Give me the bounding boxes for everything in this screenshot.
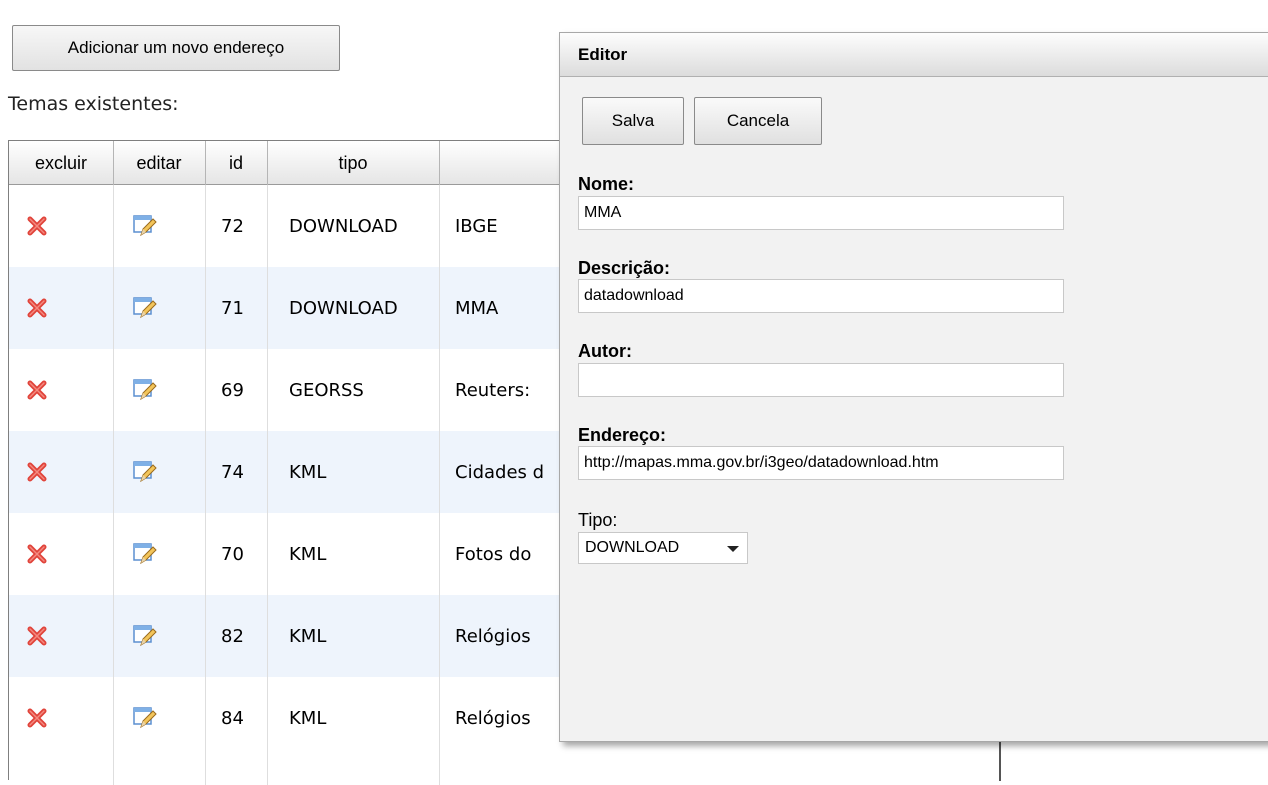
endereco-label: Endereço:: [578, 425, 667, 445]
row-tipo: DOWNLOAD: [289, 215, 398, 237]
row-id: 72: [221, 215, 244, 237]
row-id: 82: [221, 625, 244, 647]
row-nome: IBGE: [455, 215, 498, 237]
edit-pencil-icon[interactable]: [133, 460, 157, 484]
editor-dialog: Editor Salva Cancela Nome: MMA Descrição…: [559, 32, 1268, 742]
delete-x-icon[interactable]: [27, 626, 47, 646]
delete-x-icon[interactable]: [27, 216, 47, 236]
row-tipo: GEORSS: [289, 379, 364, 401]
delete-x-icon[interactable]: [27, 298, 47, 318]
descricao-label: Descrição:: [578, 258, 671, 278]
row-tipo: KML: [289, 543, 327, 565]
delete-x-icon[interactable]: [27, 380, 47, 400]
nome-input[interactable]: MMA: [578, 196, 1064, 230]
row-nome: MMA: [455, 297, 499, 319]
nome-label: Nome:: [578, 174, 635, 194]
row-nome: Cidades d: [455, 461, 545, 483]
tipo-label: Tipo:: [578, 510, 618, 530]
delete-x-icon[interactable]: [27, 708, 47, 728]
row-id: 71: [221, 297, 244, 319]
row-id: 70: [221, 543, 244, 565]
delete-x-icon[interactable]: [27, 544, 47, 564]
edit-pencil-icon[interactable]: [133, 214, 157, 238]
row-id: 69: [221, 379, 244, 401]
row-id: 74: [221, 461, 244, 483]
tipo-select[interactable]: DOWNLOAD: [578, 532, 748, 564]
row-nome: Relógios: [455, 625, 531, 647]
row-nome: Relógios: [455, 707, 531, 729]
header-editar[interactable]: editar: [113, 141, 205, 185]
chevron-down-icon: [727, 546, 739, 552]
edit-pencil-icon[interactable]: [133, 296, 157, 320]
row-nome: Fotos do: [455, 543, 532, 565]
header-id[interactable]: id: [205, 141, 267, 185]
header-excluir[interactable]: excluir: [9, 141, 113, 185]
descricao-input[interactable]: datadownload: [578, 279, 1064, 313]
row-tipo: KML: [289, 461, 327, 483]
edit-pencil-icon[interactable]: [133, 378, 157, 402]
edit-pencil-icon[interactable]: [133, 542, 157, 566]
add-address-button[interactable]: Adicionar um novo endereço: [12, 25, 340, 71]
row-tipo: DOWNLOAD: [289, 297, 398, 319]
tipo-select-value: DOWNLOAD: [585, 539, 680, 556]
endereco-input[interactable]: http://mapas.mma.gov.br/i3geo/datadownlo…: [578, 446, 1064, 480]
autor-input[interactable]: [578, 363, 1064, 397]
save-button[interactable]: Salva: [582, 97, 684, 145]
autor-label: Autor:: [578, 341, 632, 361]
editor-title[interactable]: Editor: [560, 33, 1268, 77]
edit-pencil-icon[interactable]: [133, 624, 157, 648]
cancel-button[interactable]: Cancela: [694, 97, 822, 145]
row-id: 84: [221, 707, 244, 729]
edit-pencil-icon[interactable]: [133, 706, 157, 730]
row-nome: Reuters:: [455, 379, 531, 401]
row-tipo: KML: [289, 707, 327, 729]
row-tipo: KML: [289, 625, 327, 647]
existing-themes-label: Temas existentes:: [8, 93, 179, 115]
header-tipo[interactable]: tipo: [267, 141, 439, 185]
delete-x-icon[interactable]: [27, 462, 47, 482]
